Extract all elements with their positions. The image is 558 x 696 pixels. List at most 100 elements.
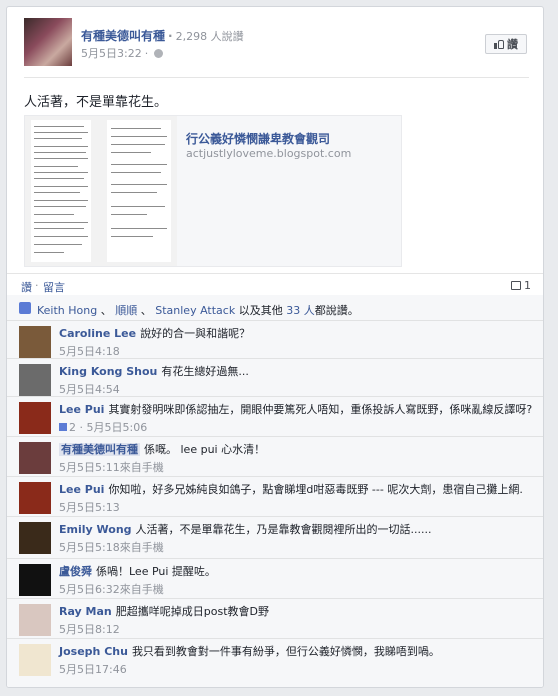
comment-timestamp[interactable]: 5月5日4:18 [59,345,535,359]
comment-body: Emily Wong 人活著，不是單靠花生，乃是靠教會觀閱裡所出的一切話.....… [59,523,535,555]
doc-line [111,192,157,193]
commenter-avatar[interactable] [19,364,51,396]
comment-text: 有花生總好過無... [161,365,249,378]
comment-timestamp[interactable]: 5月5日5:18來自手機 [59,541,535,555]
liker-link[interactable]: Stanley Attack [155,304,235,317]
likers-others-link[interactable]: 33 人 [286,304,315,317]
comment-body: Lee Pui 你知啦，好多兄姊純良如鴿子，點會睇埋d咁惡毒既野 --- 呢次大劑… [59,483,535,515]
comment-body: Caroline Lee 說好的合一與和諧呢？ 5月5日4:18 [59,327,535,359]
doc-line [111,236,153,237]
comment-text: 人活著，不是單靠花生，乃是靠教會觀閱裡所出的一切話...... [135,523,432,536]
commenter-name[interactable]: Lee Pui [59,483,104,496]
link-title[interactable]: 行公義好憐憫謙卑教會觀司 [186,130,330,147]
doc-line [34,192,80,193]
commenter-avatar[interactable] [19,604,51,636]
post-timestamp[interactable]: 5月5日3:22 [81,47,142,60]
liker-link[interactable]: 順順 [115,304,137,317]
commenter-avatar[interactable] [19,522,51,554]
comment-item: Joseph Chu 我只看到教會對一件事有紛爭，但行公義好憐憫，我睇唔到喎。 5… [7,639,543,685]
comment-count-badge[interactable]: 1 [511,279,531,292]
page-like-button[interactable]: 讚 [485,34,527,54]
comment-timestamp[interactable]: 5月5日6:32來自手機 [59,583,535,597]
comment-text: 我只看到教會對一件事有紛爭，但行公義好憐憫，我睇唔到喎。 [131,645,440,658]
commenter-name[interactable]: 有種美德叫有種 [59,443,140,456]
comment-text: 說好的合一與和諧呢？ [140,327,251,340]
doc-line [34,166,78,167]
comment-body: Ray Man 肥超攜咩呢掉成日post教會D野 5月5日8:12 [59,605,535,637]
doc-line [111,136,167,137]
commenter-name[interactable]: Emily Wong [59,523,132,536]
liker-link[interactable]: Keith Hong [37,304,97,317]
liker-separator: 、 [100,304,112,317]
commenter-avatar[interactable] [19,644,51,676]
comment-timestamp[interactable]: 5月5日4:54 [59,383,535,397]
commenter-avatar[interactable] [19,564,51,596]
feedback-section: Keith Hong 、 順順 、 Stanley Attack 以及其他 33… [7,295,543,687]
doc-line [34,214,74,215]
comment-item: Emily Wong 人活著，不是單靠花生，乃是靠教會觀閱裡所出的一切話.....… [7,517,543,559]
comment-timestamp[interactable]: 5月5日17:46 [59,663,535,677]
doc-line [34,178,84,179]
doc-line [34,228,84,229]
likers-row: Keith Hong 、 順順 、 Stanley Attack 以及其他 33… [7,295,543,321]
doc-line [111,164,167,165]
doc-line [34,132,88,133]
doc-line [34,158,88,159]
doc-line [34,152,86,153]
comment-timestamp[interactable]: 5月5日5:06 [87,421,148,434]
comment-body: 有種美德叫有種 係嘅。 lee pui 心水清！ 5月5日5:11來自手機 [59,443,535,475]
commenter-name[interactable]: Joseph Chu [59,645,128,658]
header-separator: · [168,29,173,43]
commenter-avatar[interactable] [19,482,51,514]
doc-line [34,206,86,207]
page-like-count: 2,298 人說讚 [175,30,244,43]
comment-body: 盧俊舜 係喎！Lee Pui 提醒咗。 5月5日6:32來自手機 [59,565,535,597]
likers-and-others: 以及其他 [238,304,283,317]
page-avatar[interactable] [24,18,72,66]
doc-line [111,172,161,173]
doc-line [34,126,84,127]
commenter-avatar[interactable] [19,442,51,474]
doc-line [111,144,165,145]
comment-link[interactable]: 留言 [43,279,65,295]
thumbs-up-icon [494,39,504,49]
link-preview[interactable]: 行公義好憐憫謙卑教會觀司 actjustlyloveme.blogspot.co… [24,115,402,267]
like-button-label: 讚 [507,38,518,51]
comment-timestamp[interactable]: 5月5日8:12 [59,623,535,637]
post-meta: 5月5日3:22 · [81,45,164,61]
doc-line [34,146,88,147]
commenter-avatar[interactable] [19,326,51,358]
comment-item: Lee Pui 你知啦，好多兄姊純良如鴿子，點會睇埋d咁惡毒既野 --- 呢次大劑… [7,477,543,517]
doc-line [111,206,165,207]
comment-timestamp[interactable]: 5月5日5:11來自手機 [59,461,535,475]
comment-item: Caroline Lee 說好的合一與和諧呢？ 5月5日4:18 [7,321,543,359]
comment-text: 係嘅。 lee pui 心水清！ [144,443,266,456]
commenter-name[interactable]: 盧俊舜 [59,565,92,578]
doc-line [111,128,161,129]
like-link[interactable]: 讚 [21,279,32,295]
commenter-name[interactable]: Caroline Lee [59,327,136,340]
post-status-text: 人活著，不是單靠花生。 [24,95,168,110]
comment-meta: 2 · 5月5日5:06 [59,421,535,435]
comment-text: 你知啦，好多兄姊純良如鴿子，點會睇埋d咁惡毒既野 --- 呢次大劑，患宿自己攤上… [108,483,523,496]
commenter-name[interactable]: Ray Man [59,605,112,618]
doc-line [34,244,82,245]
doc-line [34,186,88,187]
comment-like-count[interactable]: 2 [69,421,76,434]
post-card: 有種美德叫有種 · 2,298 人說讚 5月5日3:22 · 讚 人活著，不是單靠花生… [6,6,544,688]
commenter-avatar[interactable] [19,402,51,434]
commenter-name[interactable]: King Kong Shou [59,365,157,378]
comment-item: Ray Man 肥超攜咩呢掉成日post教會D野 5月5日8:12 [7,599,543,639]
comment-timestamp[interactable]: 5月5日5:13 [59,501,535,515]
commenter-name[interactable]: Lee Pui [59,403,104,416]
doc-line [34,236,88,237]
liker-separator: 、 [140,304,152,317]
comment-item: King Kong Shou 有花生總好過無... 5月5日4:54 [7,359,543,397]
link-url: actjustlyloveme.blogspot.com [186,147,352,160]
doc-line [111,152,151,153]
comment-text: 係喎！Lee Pui 提醒咗。 [96,565,216,578]
comment-text: 肥超攜咩呢掉成日post教會D野 [115,605,269,618]
doc-line [111,184,167,185]
page-name-link[interactable]: 有種美德叫有種 [81,29,165,43]
comment-text: 其實射發明咪即係認抽左，開眼仲要篤死人唔知，重係投訴人寫既野，係咪亂線反譯呀? [108,403,533,416]
